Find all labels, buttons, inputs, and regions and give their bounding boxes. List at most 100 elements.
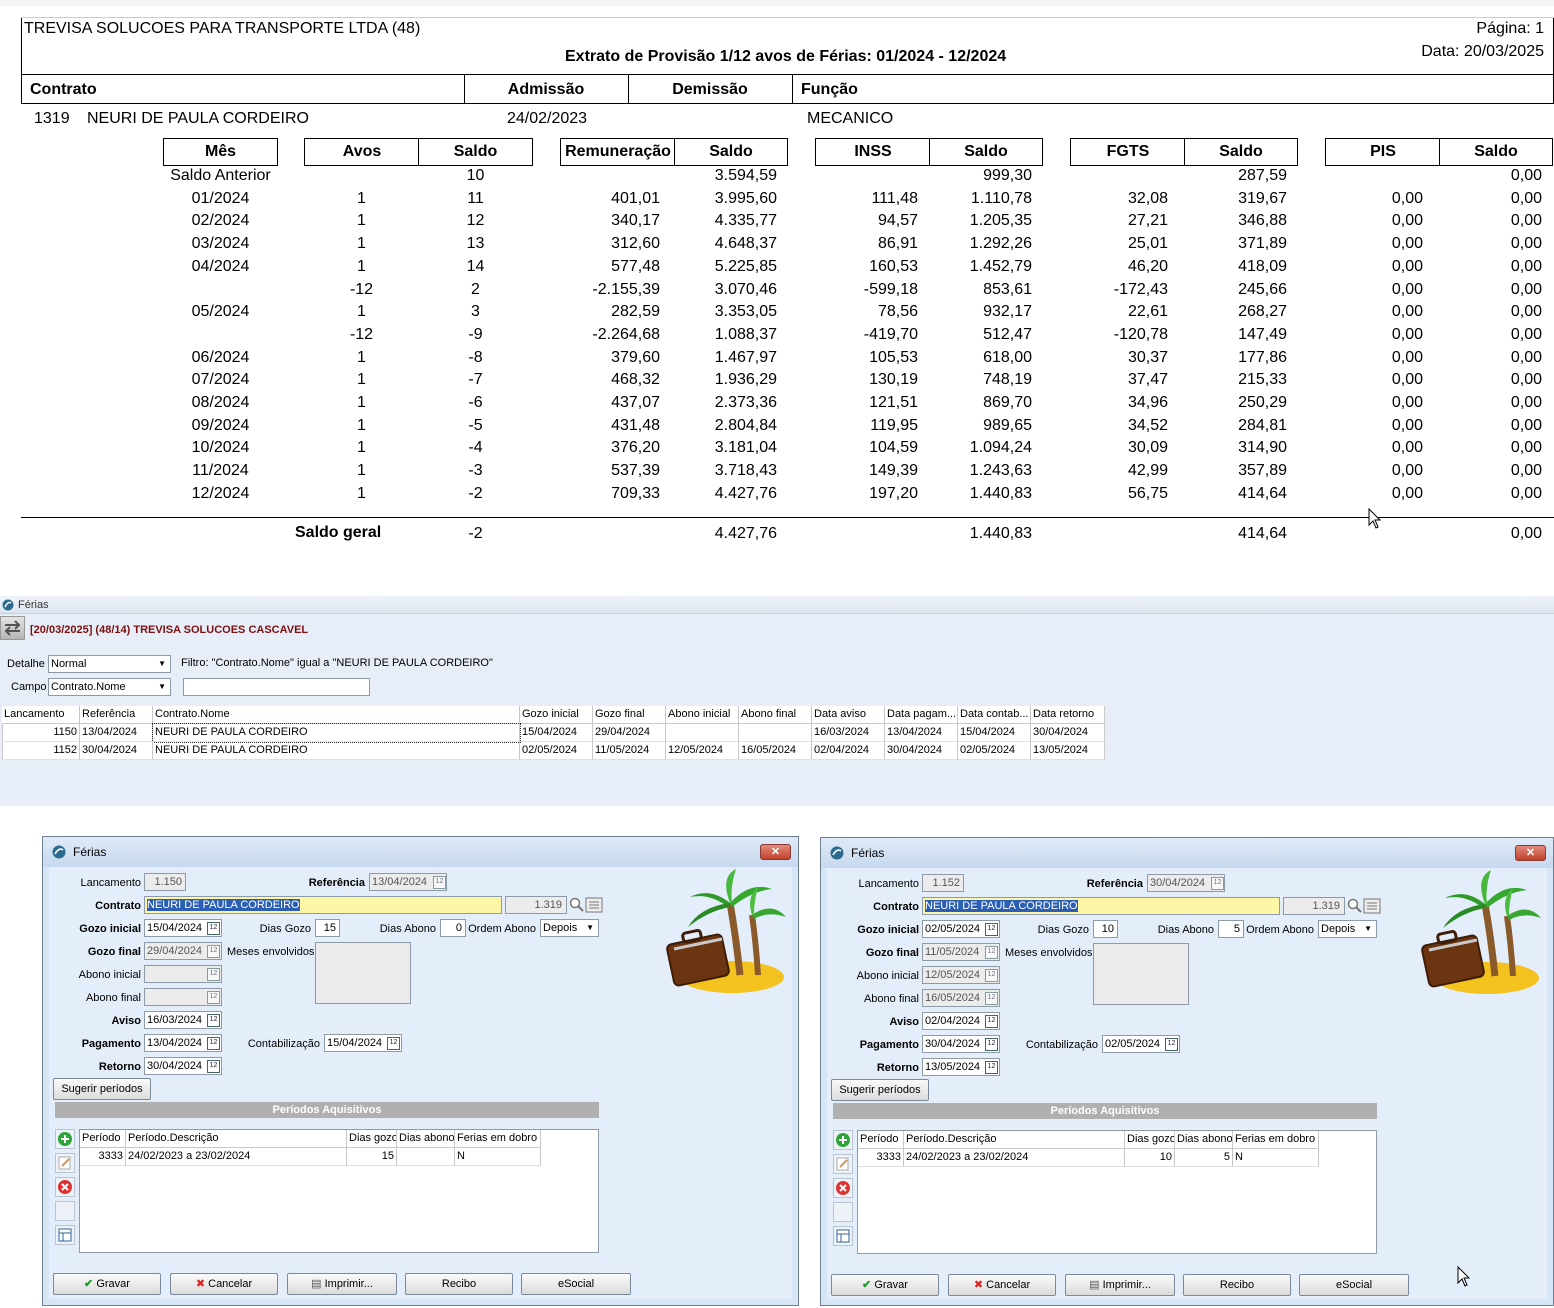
calendar-icon[interactable]: 12 (207, 1037, 220, 1050)
calendar-icon[interactable]: 12 (985, 1038, 998, 1051)
report-cell-avos: 1 (357, 416, 366, 434)
search-icon[interactable] (568, 896, 585, 914)
grid-cell-contrato-nome[interactable]: NEURI DE PAULA CORDEIRO (152, 723, 521, 743)
calendar-icon[interactable]: 12 (207, 922, 220, 935)
grid-cell-abono-inicial[interactable] (666, 724, 739, 742)
grid-cell-lancamento[interactable]: 1150 (2, 724, 80, 742)
esocial-button[interactable]: eSocial (1299, 1274, 1409, 1296)
grid-cell-gozo-inicial[interactable]: 02/05/2024 (520, 742, 593, 760)
ordem-abono-select[interactable]: Depois ▼ (1318, 920, 1377, 938)
dias-gozo-field[interactable]: 10 (1093, 920, 1118, 938)
report-cell-avos: 1 (357, 394, 366, 411)
edit-icon[interactable] (833, 1154, 853, 1174)
grid-cell-data-retorno[interactable]: 13/05/2024 (1031, 742, 1105, 760)
grid-header-data-aviso[interactable]: Data aviso (812, 706, 885, 724)
dias-gozo-field[interactable]: 15 (315, 919, 340, 937)
periodo-cell[interactable]: 3333 (80, 1148, 126, 1166)
grid-header-data-contab[interactable]: Data contab... (958, 706, 1031, 724)
recibo-button[interactable]: Recibo (405, 1273, 513, 1295)
grid-header-data-retorno[interactable]: Data retorno (1031, 706, 1105, 724)
gravar-button[interactable]: ✔ Gravar (53, 1273, 161, 1295)
delete-icon[interactable] (55, 1177, 75, 1197)
calendar-icon[interactable]: 12 (387, 1037, 400, 1050)
grid-header-data-pagamento[interactable]: Data pagam... (885, 706, 958, 724)
dias-gozo-cell[interactable]: 15 (347, 1148, 397, 1166)
periodo-cell[interactable]: 3333 (858, 1149, 904, 1167)
grid-cell-data-contab[interactable]: 02/05/2024 (958, 742, 1031, 760)
imprimir-button[interactable]: ▤ Imprimir... (287, 1273, 397, 1295)
cancelar-button[interactable]: ✖ Cancelar (170, 1273, 278, 1295)
list-icon[interactable] (585, 896, 603, 914)
grid-header-abono-final[interactable]: Abono final (739, 706, 812, 724)
dias-abono-cell[interactable] (397, 1148, 455, 1166)
grid-cell-data-aviso[interactable]: 16/03/2024 (812, 724, 885, 742)
sugerir-periodos-button[interactable]: Sugerir períodos (831, 1079, 929, 1101)
grid-header-contrato-nome[interactable]: Contrato.Nome (153, 706, 520, 724)
campo-select[interactable]: Contrato.Nome ▼ (48, 678, 171, 696)
grid-header-abono-inicial[interactable]: Abono inicial (666, 706, 739, 724)
calendar-icon[interactable]: 12 (207, 1014, 220, 1027)
calendar-icon[interactable]: 12 (207, 1060, 220, 1073)
grid-header-referencia[interactable]: Referência (80, 706, 153, 724)
ferias-dobro-cell[interactable]: N (455, 1148, 541, 1166)
esocial-button[interactable]: eSocial (521, 1273, 631, 1295)
delete-icon[interactable] (833, 1178, 853, 1198)
grid-cell-lancamento[interactable]: 1152 (2, 742, 80, 760)
grid-cell-gozo-final[interactable]: 11/05/2024 (593, 742, 666, 760)
cancelar-button[interactable]: ✖ Cancelar (948, 1274, 1056, 1296)
dias-abono-cell[interactable]: 5 (1175, 1149, 1233, 1167)
dias-abono-field[interactable]: 0 (440, 919, 466, 937)
ordem-abono-select[interactable]: Depois ▼ (540, 919, 599, 937)
edit-icon[interactable] (55, 1153, 75, 1173)
grid-cell-data-aviso[interactable]: 02/04/2024 (812, 742, 885, 760)
grid-header-gozo-final[interactable]: Gozo final (593, 706, 666, 724)
swap-arrows-icon[interactable] (0, 616, 25, 640)
calendar-icon[interactable]: 12 (1165, 1038, 1178, 1051)
meses-envolvidos-label: Meses envolvidos (227, 946, 315, 958)
col-rem-saldo: Saldo (674, 138, 788, 166)
periodo-descricao-cell[interactable]: 24/02/2023 a 23/02/2024 (126, 1148, 347, 1166)
grid-cell-abono-inicial[interactable]: 12/05/2024 (666, 742, 739, 760)
detalhe-select[interactable]: Normal ▼ (48, 655, 171, 673)
periodo-descricao-cell[interactable]: 24/02/2023 a 23/02/2024 (904, 1149, 1125, 1167)
close-icon[interactable]: ✕ (1515, 845, 1546, 861)
list-icon[interactable] (1363, 897, 1381, 915)
report-cell-inss-saldo: 748,19 (983, 371, 1032, 389)
grid-cell-contrato-nome[interactable]: NEURI DE PAULA CORDEIRO (153, 742, 520, 760)
grid-cell-data-pagamento[interactable]: 13/04/2024 (885, 724, 958, 742)
add-icon[interactable] (55, 1129, 75, 1149)
dias-gozo-cell[interactable]: 10 (1125, 1149, 1175, 1167)
grid-cell-data-pagamento[interactable]: 30/04/2024 (885, 742, 958, 760)
grid-cell-data-retorno[interactable]: 30/04/2024 (1031, 724, 1105, 742)
grid-cell-data-contab[interactable]: 15/04/2024 (958, 724, 1031, 742)
report-cell-pis-saldo: 0,00 (1510, 235, 1542, 253)
grid-cell-gozo-inicial[interactable]: 15/04/2024 (520, 724, 593, 742)
sugerir-periodos-button[interactable]: Sugerir períodos (53, 1078, 151, 1100)
grid-cell-abono-final[interactable]: 16/05/2024 (739, 742, 812, 760)
recibo-button[interactable]: Recibo (1183, 1274, 1291, 1296)
blank-tool-icon[interactable] (833, 1202, 853, 1222)
grid-cell-abono-final[interactable] (739, 724, 812, 742)
blank-tool-icon[interactable] (55, 1201, 75, 1221)
gravar-button[interactable]: ✔ Gravar (831, 1274, 939, 1296)
calendar-icon[interactable]: 12 (985, 923, 998, 936)
calendar-icon[interactable]: 12 (985, 1061, 998, 1074)
search-icon[interactable] (1346, 897, 1363, 915)
dias-abono-field[interactable]: 5 (1218, 920, 1244, 938)
table-icon[interactable] (833, 1226, 853, 1246)
grid-header-lancamento[interactable]: Lancamento (2, 706, 80, 724)
ferias-dobro-cell[interactable]: N (1233, 1149, 1319, 1167)
contrato-field[interactable]: NEURI DE PAULA CORDEIRO (144, 896, 502, 914)
filter-value-input[interactable] (183, 678, 370, 696)
imprimir-button[interactable]: ▤ Imprimir... (1065, 1274, 1175, 1296)
grid-cell-referencia[interactable]: 13/04/2024 (80, 724, 153, 742)
calendar-icon[interactable]: 12 (985, 1015, 998, 1028)
table-icon[interactable] (55, 1225, 75, 1245)
add-icon[interactable] (833, 1130, 853, 1150)
report-cell-avos: 1 (357, 371, 366, 389)
grid-cell-gozo-final[interactable]: 29/04/2024 (593, 724, 666, 742)
contrato-field[interactable]: NEURI DE PAULA CORDEIRO (922, 897, 1280, 915)
grid-cell-referencia[interactable]: 30/04/2024 (80, 742, 153, 760)
close-icon[interactable]: ✕ (760, 844, 791, 860)
grid-header-gozo-inicial[interactable]: Gozo inicial (520, 706, 593, 724)
